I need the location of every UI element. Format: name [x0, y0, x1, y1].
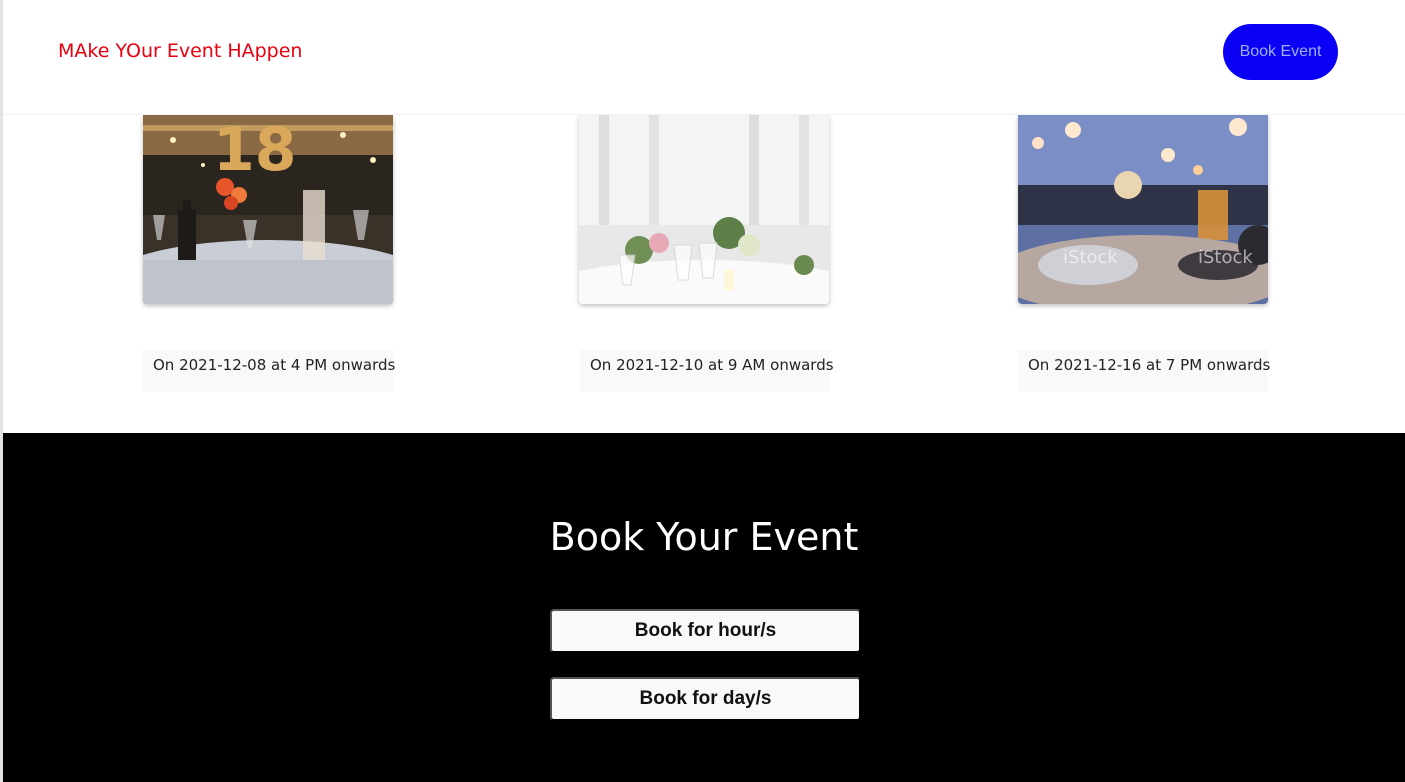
booking-title: Book Your Event	[549, 515, 859, 559]
book-for-days-button[interactable]: Book for day/s	[550, 677, 861, 721]
book-for-hours-button[interactable]: Book for hour/s	[550, 609, 861, 653]
svg-text:iStock: iStock	[1198, 247, 1253, 268]
event-date-2: On 2021-12-10 at 9 AM onwards	[580, 350, 834, 392]
event-date-1: On 2021-12-08 at 4 PM onwards	[143, 350, 395, 392]
svg-text:iStock: iStock	[1063, 247, 1118, 268]
event-image-2[interactable]	[579, 115, 829, 304]
event-image-1[interactable]: 18	[143, 115, 393, 304]
svg-text:18: 18	[213, 115, 297, 185]
book-event-button[interactable]: Book Event	[1223, 24, 1338, 80]
page: MAke YOur Event HAppen Book Event 18 On …	[0, 0, 1405, 782]
event-image-3[interactable]: iStock iStock	[1018, 115, 1268, 304]
brand-title[interactable]: MAke YOur Event HAppen	[58, 40, 302, 62]
event-date-3: On 2021-12-16 at 7 PM onwards	[1018, 350, 1270, 392]
navbar: MAke YOur Event HAppen Book Event	[3, 0, 1405, 115]
booking-section: Book Your Event Book for hour/s Book for…	[3, 433, 1405, 782]
